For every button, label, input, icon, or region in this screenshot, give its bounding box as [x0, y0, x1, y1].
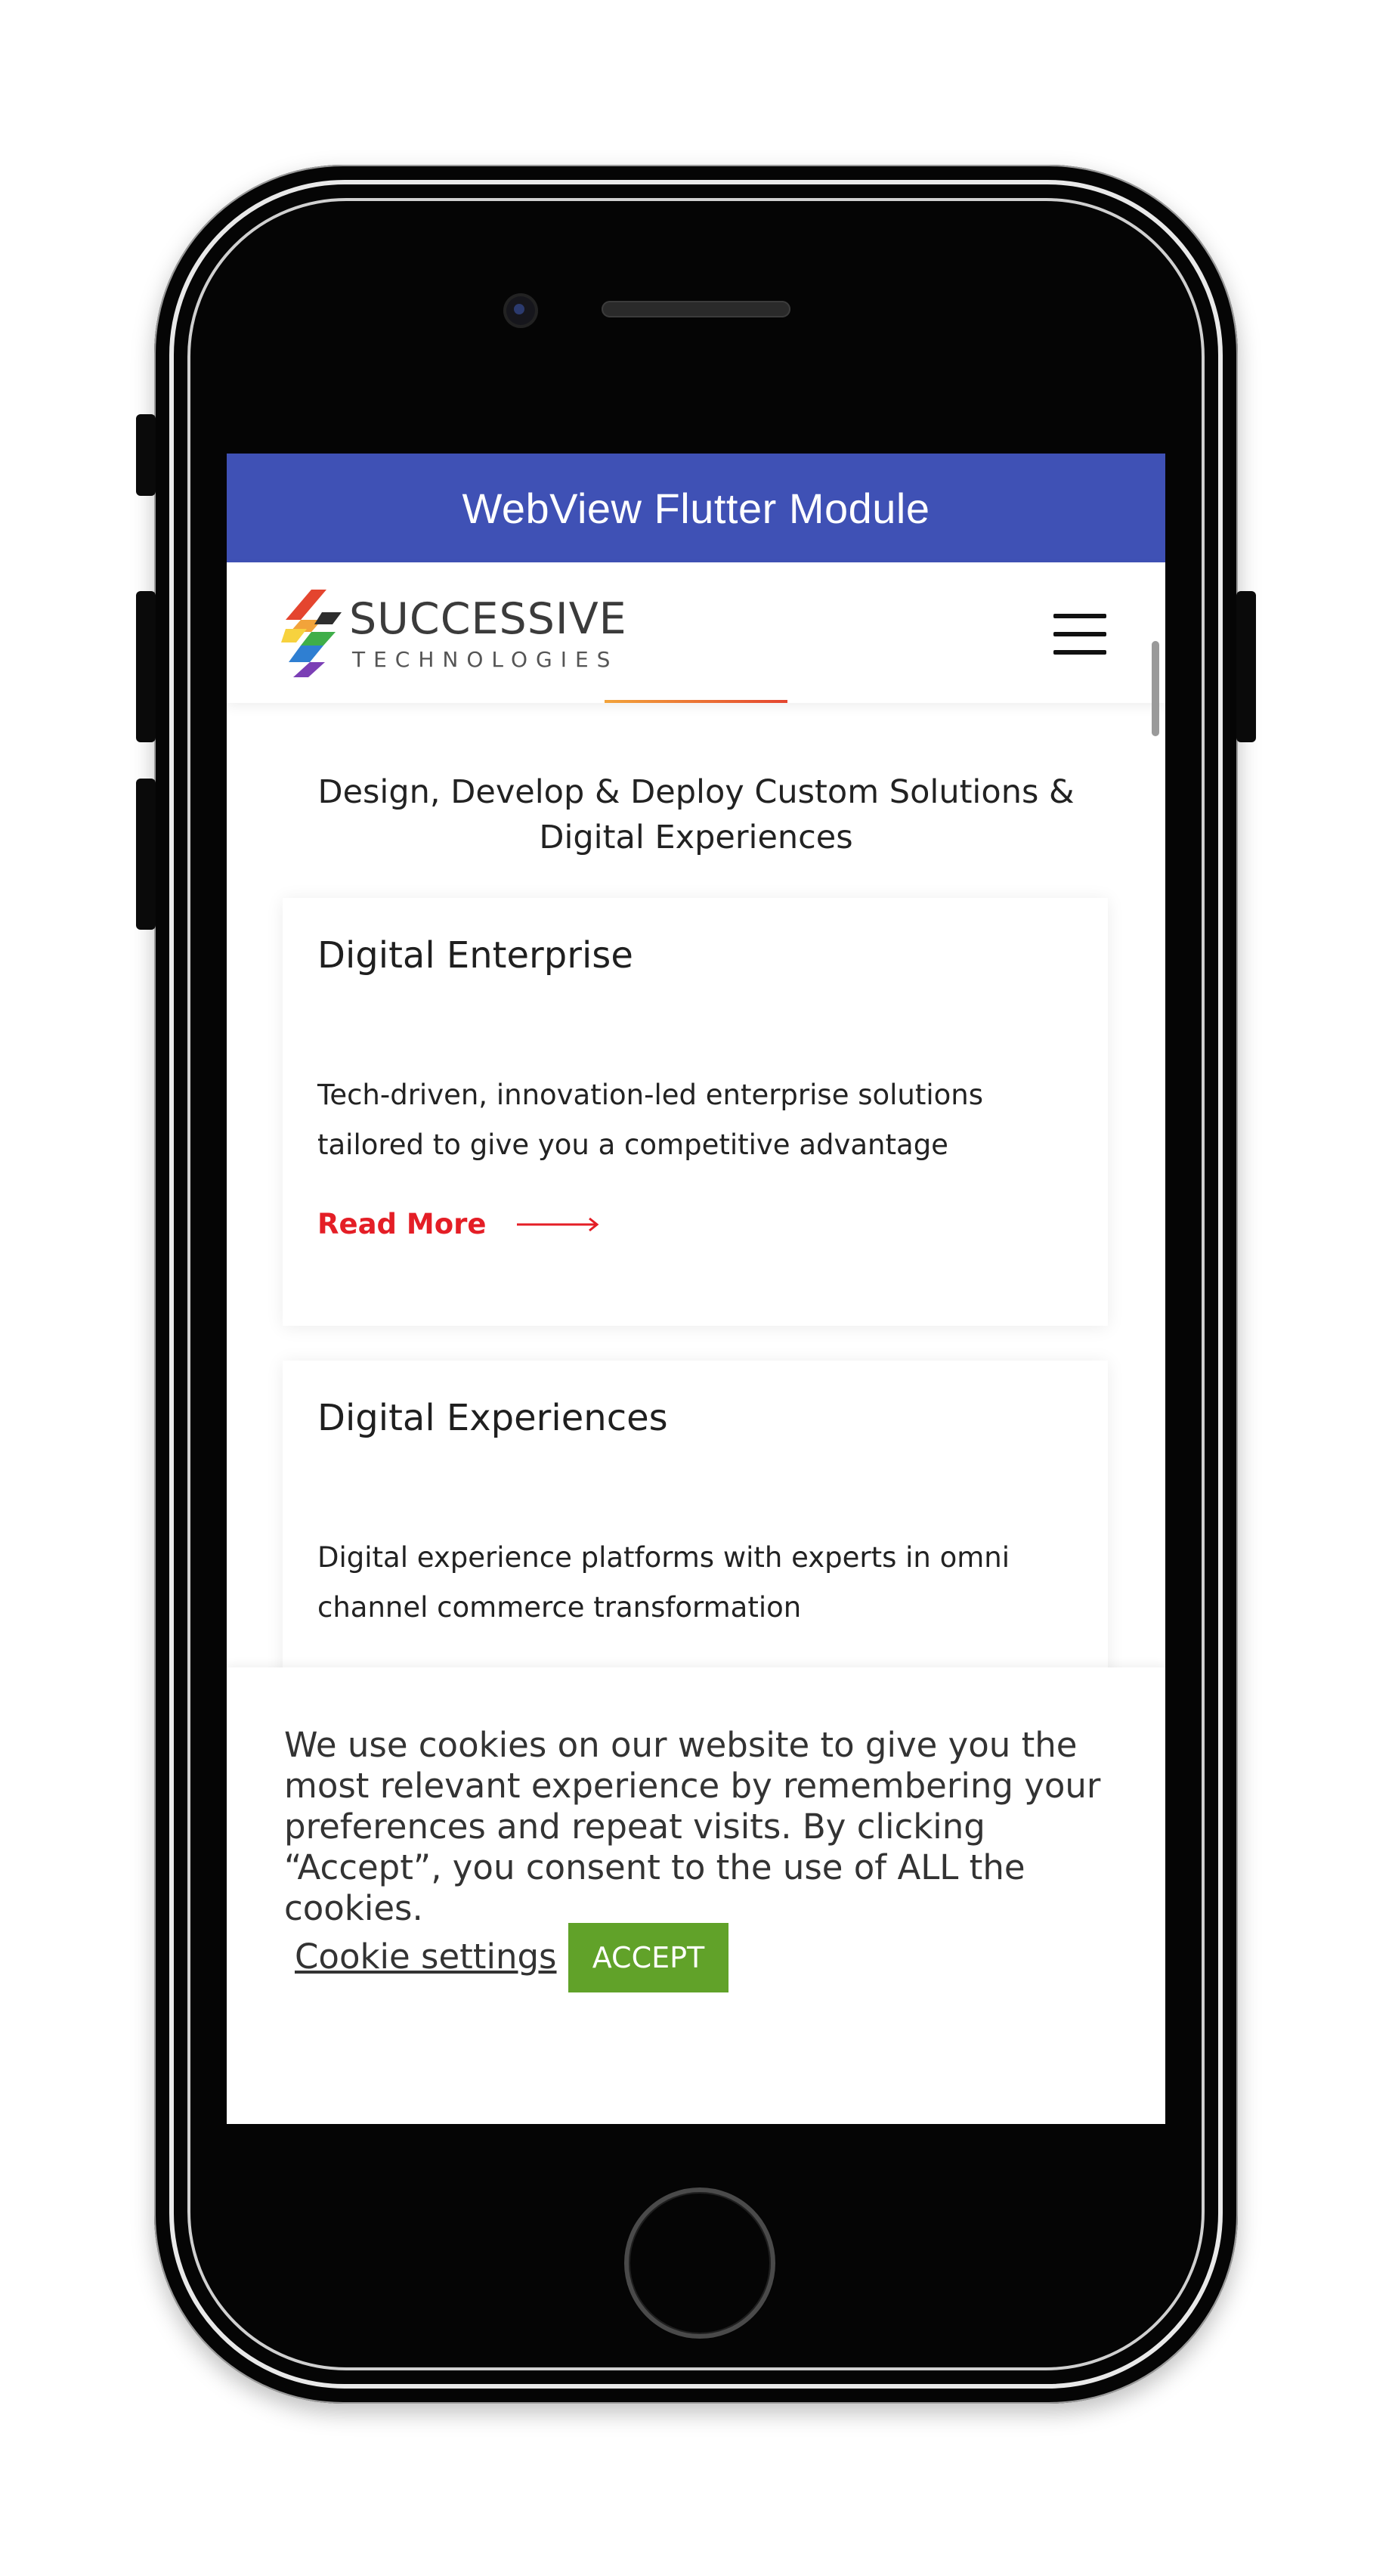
nav-accent-underline: [605, 700, 787, 703]
accept-cookies-button[interactable]: ACCEPT: [568, 1923, 728, 1992]
earpiece-speaker: [602, 301, 790, 317]
volume-down-button: [136, 779, 156, 930]
read-more-link[interactable]: Read More: [317, 1208, 600, 1240]
app-bar-title: WebView Flutter Module: [462, 484, 930, 532]
volume-up-button: [136, 591, 156, 742]
successive-logo-icon[interactable]: [281, 590, 342, 677]
phone-screen: WebView Flutter Module SUCCESSIVE TECHNO…: [227, 454, 1165, 2124]
hamburger-menu-icon[interactable]: [1053, 614, 1106, 655]
arrow-right-icon: [516, 1217, 599, 1231]
app-bar: WebView Flutter Module: [227, 454, 1165, 562]
power-button: [1236, 591, 1256, 742]
cookie-consent-banner: We use cookies on our website to give yo…: [227, 1667, 1165, 2124]
cookie-settings-link[interactable]: Cookie settings: [295, 1937, 557, 1977]
service-card-digital-enterprise: Digital Enterprise Tech-driven, innovati…: [283, 898, 1108, 1326]
cookie-message: We use cookies on our website to give yo…: [284, 1725, 1101, 1928]
card-description: Digital experience platforms with expert…: [317, 1541, 1010, 1624]
card-title: Digital Experiences: [317, 1397, 668, 1439]
front-camera: [503, 293, 538, 328]
page-tagline: Design, Develop & Deploy Custom Solution…: [317, 773, 1075, 856]
scrollbar[interactable]: [1152, 641, 1159, 736]
logo-wordmark: SUCCESSIVE: [349, 594, 627, 644]
home-button[interactable]: [624, 2187, 775, 2339]
read-more-label: Read More: [317, 1208, 487, 1240]
mute-switch: [136, 414, 156, 496]
logo-subtitle: TECHNOLOGIES: [352, 647, 619, 672]
card-description: Tech-driven, innovation-led enterprise s…: [317, 1079, 984, 1161]
site-header: SUCCESSIVE TECHNOLOGIES: [227, 562, 1165, 703]
card-title: Digital Enterprise: [317, 934, 633, 977]
